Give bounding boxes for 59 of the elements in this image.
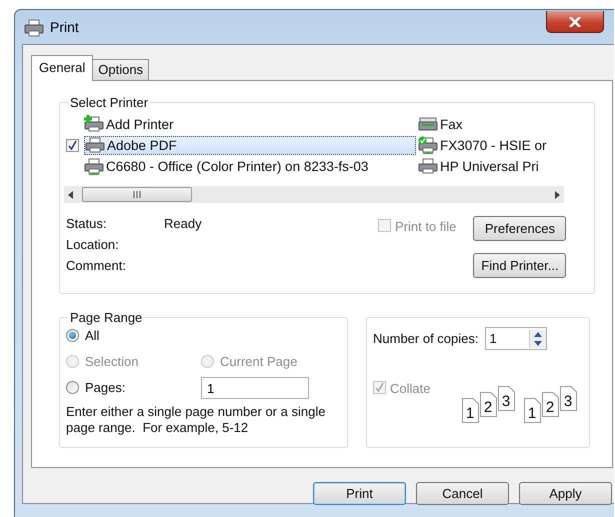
printer-name: FX3070 - HSIE or (440, 138, 547, 152)
page-sheet: 1 (524, 398, 542, 423)
network-printer-icon (84, 157, 104, 175)
grip-icon (133, 191, 141, 198)
radio-label: All (85, 328, 100, 342)
fax-icon (418, 115, 438, 133)
scroll-left-icon[interactable] (68, 190, 74, 198)
dialog-button[interactable]: Cancel (416, 482, 509, 505)
dialog-button[interactable]: Preferences (473, 216, 566, 241)
copies-spinner[interactable]: 1 (484, 327, 546, 350)
printer-name: Adobe PDF (107, 138, 177, 152)
info-label: Status: (66, 216, 108, 233)
scrollbar-thumb[interactable] (82, 187, 192, 202)
printer-plus-icon (84, 115, 104, 133)
radio-label: Pages: (85, 380, 126, 394)
printer-item[interactable]: Add Printer (84, 114, 416, 134)
printer-item[interactable]: FX3070 - HSIE or (418, 136, 549, 154)
close-icon (569, 16, 581, 26)
printer-name: Fax (440, 116, 463, 132)
printer-name: HP Universal Pri (440, 158, 539, 174)
page-sheet: 2 (542, 392, 560, 417)
printer-icon (24, 19, 44, 37)
page-sheet: 2 (480, 392, 498, 417)
radio-label: Selection (85, 354, 138, 368)
printer-icon (418, 157, 438, 175)
tab[interactable]: General (31, 55, 94, 81)
printer-item[interactable]: C6680 - Office (Color Printer) on 8233-fs-03 (84, 156, 416, 176)
printer-item[interactable]: Fax (418, 114, 549, 134)
checkbox-label: Collate (390, 381, 430, 396)
horizontal-scrollbar[interactable] (64, 186, 564, 203)
dialog-button[interactable]: Print (313, 482, 406, 505)
info-label: Location: (66, 237, 120, 254)
page-sheet: 1 (462, 398, 480, 423)
checkbox[interactable] (66, 138, 79, 152)
group-title: Page Range (69, 310, 144, 325)
close-button[interactable] (546, 11, 604, 33)
info-value: Ready (164, 216, 202, 233)
copies-label: Number of copies: (373, 331, 478, 346)
printer-check-icon (418, 136, 438, 154)
radio-button[interactable] (66, 328, 79, 342)
group-title: Select Printer (69, 95, 150, 110)
radio-label: Current Page (220, 354, 298, 368)
dialog-button[interactable]: Find Printer... (473, 253, 566, 278)
printer-item[interactable]: Adobe PDF (84, 136, 416, 154)
scroll-right-icon[interactable] (554, 190, 560, 198)
radio-button[interactable] (66, 380, 79, 394)
dialog-button[interactable]: Apply (519, 482, 612, 505)
checkbox-label: Print to file (395, 219, 456, 234)
pages-field[interactable]: 1 (201, 377, 309, 399)
page-sheet: 3 (560, 386, 578, 411)
window-title: Print (50, 19, 80, 35)
printer-name: C6680 - Office (Color Printer) on 8233-fs-03 (106, 158, 368, 174)
printer-name: Add Printer (106, 116, 174, 132)
hint-text: Enter either a single page number or a single page range. For example, 5-12 (66, 404, 326, 436)
info-label: Comment: (66, 258, 127, 275)
printer-icon (85, 136, 105, 154)
tab[interactable]: Options (92, 59, 150, 80)
printer-item[interactable]: HP Universal Pri (418, 156, 549, 176)
page-sheet: 3 (498, 386, 516, 411)
